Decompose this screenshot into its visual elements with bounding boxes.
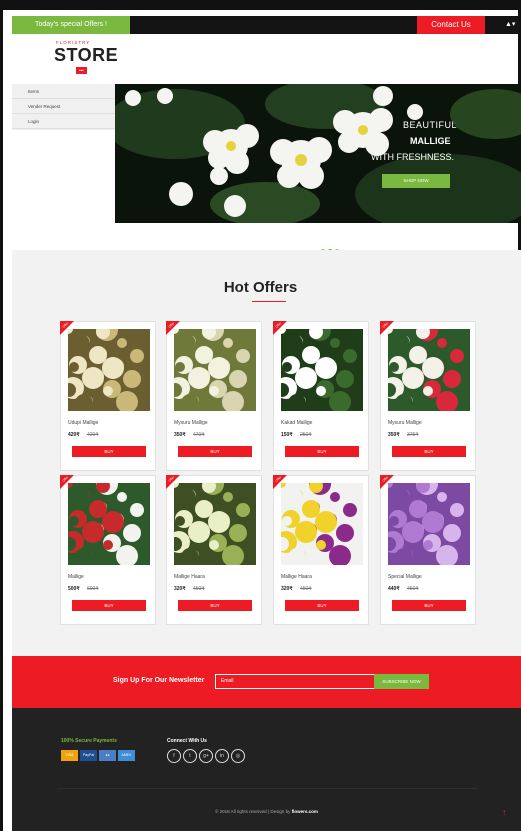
product-name[interactable]: Special Mallige [388,574,422,580]
buy-button[interactable]: BUY [285,600,359,611]
product-card[interactable]: Offer Udupi Mallige 420₹ 420₹ BUY [60,321,156,471]
shop-now-button[interactable]: SHOP NOW [382,174,450,188]
store-logo[interactable]: FLORISTRY STORE ••• [54,40,124,76]
product-card[interactable]: Offer Mallige Haara 320₹ 450₹ BUY [166,475,262,625]
product-image[interactable] [388,329,470,411]
product-image[interactable] [281,483,363,565]
product-price: 320₹ [281,586,293,592]
product-price: 350₹ [388,432,400,438]
product-name[interactable]: Kakad Mallige [281,420,312,426]
product-old-price: 600₹ [87,586,99,592]
product-old-price: 450₹ [407,586,419,592]
product-price: 440₹ [388,586,400,592]
copyright-prefix: © 2018 All rights reserved | Design by [215,809,291,814]
product-old-price: 375₹ [407,432,419,438]
product-image[interactable] [281,329,363,411]
product-image[interactable] [174,483,256,565]
product-photo [388,483,470,565]
product-old-price: 470₹ [193,432,205,438]
footer: 100% Secure Payments VISA PayPal ●● AMEX… [12,708,521,831]
top-bar: Today's special Offers ! Contact Us ▲▾ [12,16,519,34]
product-name[interactable]: Mysuru Mallige [388,420,422,426]
product-photo [174,483,256,565]
dribbble-icon[interactable]: ◎ [231,749,245,763]
banner-line-freshness: WITH FRESHNESS. [371,152,455,162]
scroll-top-icon[interactable]: ↑ [502,807,507,817]
hot-offers-title: Hot Offers [223,279,298,296]
secure-payments-title: 100% Secure Payments [61,738,117,744]
side-menu-item-vender-request[interactable]: Vender Request [12,99,116,114]
banner-jasmine-image [115,84,521,223]
logo-badge: ••• [76,67,87,74]
card-icon: ●● [99,750,116,761]
special-offers-link[interactable]: Today's special Offers ! [12,16,130,34]
product-photo [68,329,150,411]
product-card[interactable]: Offer Mysuru Mallige 350₹ 375₹ BUY [380,321,476,471]
product-card[interactable]: Offer Special Mallige 440₹ 450₹ BUY [380,475,476,625]
product-name[interactable]: Mallige Haara [281,574,312,580]
product-old-price: 420₹ [87,432,99,438]
buy-button[interactable]: BUY [178,446,252,457]
visa-icon: VISA [61,750,78,761]
product-image[interactable] [68,483,150,565]
copyright-text: © 2018 All rights reserved | Design by f… [12,809,521,814]
buy-button[interactable]: BUY [392,600,466,611]
product-photo [68,483,150,565]
paypal-icon: PayPal [80,750,97,761]
product-price: 420₹ [68,432,80,438]
buy-button[interactable]: BUY [72,600,146,611]
product-photo [281,483,363,565]
product-card[interactable]: Offer Mysuru Mallige 350₹ 470₹ BUY [166,321,262,471]
product-name[interactable]: Mysuru Mallige [174,420,208,426]
product-photo [281,329,363,411]
product-name[interactable]: Udupi Mallige [68,420,98,426]
buy-button[interactable]: BUY [392,446,466,457]
logo-wordmark: STORE [54,45,119,65]
subscribe-button[interactable]: SUBSCRIBE NOW [374,674,429,689]
user-menu-icon[interactable]: ▲▾ [505,16,515,34]
newsletter-label: Sign Up For Our Newsletter [113,677,205,684]
footer-divider [57,788,477,789]
buy-button[interactable]: BUY [178,600,252,611]
product-image[interactable] [68,329,150,411]
twitter-icon[interactable]: t [183,749,197,763]
side-menu-item-items[interactable]: Items [12,84,116,99]
newsletter-email-input[interactable]: Email [215,674,375,689]
google-plus-icon[interactable]: g+ [199,749,213,763]
linkedin-icon[interactable]: in [215,749,229,763]
product-price: 500₹ [68,586,80,592]
buy-button[interactable]: BUY [72,446,146,457]
banner-line-mallige: MALLIGE [410,136,451,146]
product-photo [388,329,470,411]
product-old-price: 450₹ [193,586,205,592]
product-name[interactable]: Mallige Haara [174,574,205,580]
amex-icon: AMEX [118,750,135,761]
product-price: 320₹ [174,586,186,592]
product-photo [174,329,256,411]
hero-banner: BEAUTIFUL MALLIGE WITH FRESHNESS. SHOP N… [115,84,521,223]
facebook-icon[interactable]: f [167,749,181,763]
hot-offers-underline [252,301,286,302]
newsletter-bar: Sign Up For Our Newsletter Email SUBSCRI… [12,656,521,708]
product-name[interactable]: Mallige [68,574,84,580]
side-menu-item-login[interactable]: Login [12,114,116,129]
product-card[interactable]: Offer Kakad Mallige 150₹ 250₹ BUY [273,321,369,471]
product-price: 350₹ [174,432,186,438]
product-card[interactable]: Offer Mallige Haara 320₹ 450₹ BUY [273,475,369,625]
buy-button[interactable]: BUY [285,446,359,457]
product-image[interactable] [388,483,470,565]
product-old-price: 450₹ [300,586,312,592]
product-image[interactable] [174,329,256,411]
product-card[interactable]: Offer Mallige 500₹ 600₹ BUY [60,475,156,625]
connect-with-us-title: Connect With Us [167,738,207,744]
side-menu: Items Vender Request Login [12,84,116,130]
copyright-brand-link[interactable]: flowers.com [292,809,318,814]
product-old-price: 250₹ [300,432,312,438]
contact-us-button[interactable]: Contact Us [417,16,485,34]
banner-line-beautiful: BEAUTIFUL [403,120,458,130]
product-price: 150₹ [281,432,293,438]
